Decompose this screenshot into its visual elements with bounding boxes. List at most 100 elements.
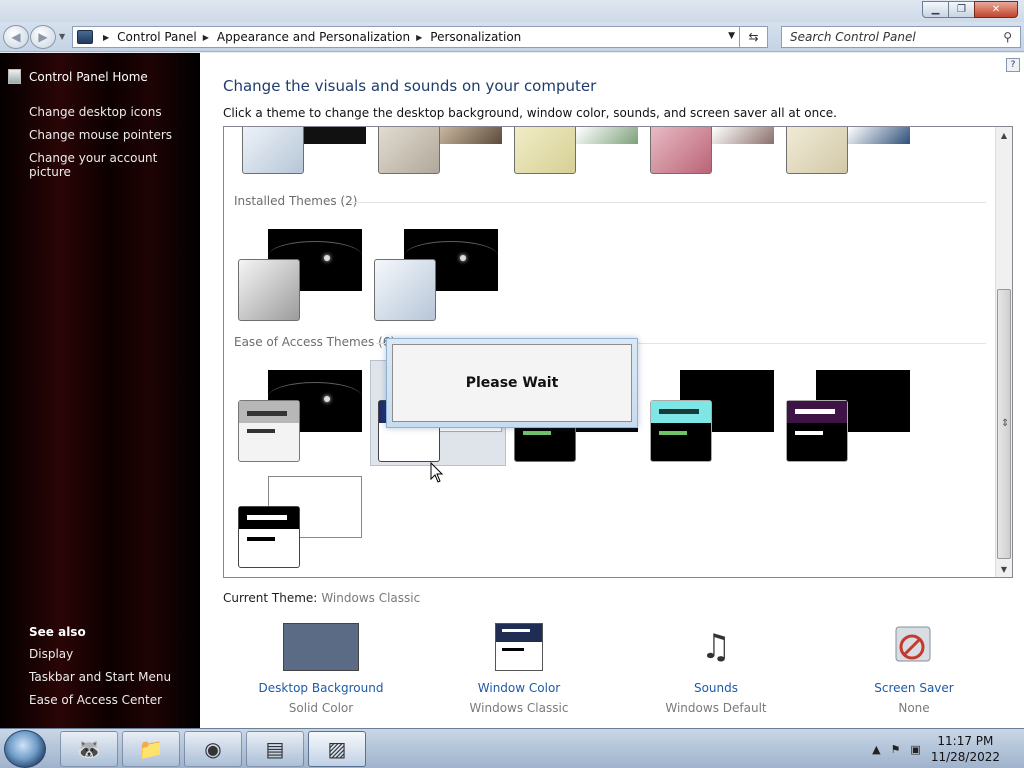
please-wait-text: Please Wait (392, 344, 632, 422)
maximize-button[interactable]: ❐ (948, 1, 975, 18)
ease-of-access-themes-heading: Ease of Access Themes (6) (234, 335, 396, 349)
system-tray: ▲ ⚑ ▣ 11:17 PM 11/28/2022 (872, 729, 1024, 768)
search-icon[interactable]: ⚲ (1003, 30, 1012, 44)
basic-theme[interactable] (234, 370, 362, 468)
desktop-background-setting[interactable]: Desktop Background Solid Color (241, 623, 401, 715)
change-account-picture-link[interactable]: Change your account picture (29, 151, 200, 179)
control-panel-icon (77, 30, 93, 44)
navigation-bar: ◀ ▶ ▼ ▶ Control Panel ▶ Appearance and P… (0, 22, 1024, 52)
sounds-label[interactable]: Sounds (636, 681, 796, 695)
search-placeholder: Search Control Panel (790, 30, 916, 44)
grip-icon: ⇕ (1001, 418, 1010, 429)
show-hidden-icons-icon[interactable]: ▲ (872, 743, 880, 756)
raccoon-icon: 🦝 (76, 737, 102, 761)
high-contrast-black-theme[interactable] (782, 370, 910, 468)
start-button[interactable] (4, 730, 46, 768)
sounds-setting[interactable]: ♫ Sounds Windows Default (636, 623, 796, 715)
theme-thumbnail[interactable] (374, 127, 502, 180)
breadcrumb-personalization[interactable]: Personalization (430, 30, 521, 44)
high-contrast-2-theme[interactable] (646, 370, 774, 468)
folder-icon: 📁 (138, 737, 164, 761)
action-center-icon[interactable]: ⚑ (891, 743, 901, 756)
window-color-icon (495, 623, 543, 671)
theme-thumbnail[interactable] (782, 127, 910, 180)
scroll-up-icon[interactable]: ▲ (996, 127, 1012, 143)
taskbar-explorer[interactable]: 📁 (122, 731, 180, 767)
help-icon[interactable]: ? (1006, 58, 1020, 72)
breadcrumb-appearance[interactable]: Appearance and Personalization (217, 30, 410, 44)
current-theme-value: Windows Classic (321, 591, 421, 605)
breadcrumb-separator-icon[interactable]: ▶ (103, 33, 109, 42)
clock-time: 11:17 PM (937, 734, 994, 748)
scroll-down-icon[interactable]: ▼ (996, 561, 1012, 577)
minimize-icon: ▁ (931, 4, 940, 15)
change-mouse-pointers-link[interactable]: Change mouse pointers (29, 128, 172, 142)
mouse-cursor-icon (430, 462, 444, 483)
desktop-background-value: Solid Color (288, 701, 354, 715)
close-icon: ✕ (991, 4, 1001, 15)
search-input[interactable]: Search Control Panel ⚲ (781, 26, 1021, 48)
window-color-value: Windows Classic (469, 701, 569, 715)
theme-thumbnail[interactable] (238, 127, 366, 180)
taskbar-window[interactable]: ▤ (246, 731, 304, 767)
title-bar: ▁ ❐ ✕ (0, 0, 1024, 22)
control-panel-icon: ▨ (327, 737, 347, 761)
desktop-background-label[interactable]: Desktop Background (241, 681, 401, 695)
window-icon: ▤ (265, 737, 285, 761)
breadcrumb-separator-icon[interactable]: ▶ (416, 33, 422, 42)
refresh-icon: ⇆ (748, 30, 759, 44)
installed-themes-heading: Installed Themes (2) (234, 194, 358, 208)
current-theme: Current Theme: Windows Classic (223, 591, 420, 605)
screen-saver-value: None (898, 701, 930, 715)
recent-pages-dropdown[interactable]: ▼ (59, 32, 65, 41)
control-panel-home-label: Control Panel Home (29, 69, 148, 84)
desktop-background-icon (283, 623, 359, 671)
installed-theme-1[interactable] (234, 229, 362, 327)
screen-saver-setting[interactable]: Screen Saver None (834, 623, 994, 715)
clock-date: 11/28/2022 (930, 750, 1000, 764)
theme-thumbnail[interactable] (646, 127, 774, 180)
group-divider (349, 202, 986, 203)
sounds-icon: ♫ (700, 627, 732, 667)
taskbar-app-raccoon[interactable]: 🦝 (60, 731, 118, 767)
taskbar-start-menu-link[interactable]: Taskbar and Start Menu (29, 670, 171, 684)
address-dropdown-icon[interactable]: ▼ (728, 31, 735, 41)
close-button[interactable]: ✕ (974, 1, 1018, 18)
media-icon: ◉ (204, 737, 222, 761)
page-subtitle: Click a theme to change the desktop back… (223, 106, 837, 120)
forward-arrow-icon: ▶ (38, 30, 48, 44)
taskbar-control-panel[interactable]: ▨ (308, 731, 366, 767)
page-title: Change the visuals and sounds on your co… (223, 77, 597, 95)
high-contrast-white-theme[interactable] (234, 476, 362, 574)
scrollbar-thumb[interactable]: ⇕ (997, 289, 1011, 559)
display-link[interactable]: Display (29, 647, 73, 661)
taskbar: 🦝 📁 ◉ ▤ ▨ ▲ ⚑ ▣ 11:17 PM 11/28/2022 (0, 728, 1024, 768)
screen-saver-icon (890, 623, 938, 671)
see-also-heading: See also (29, 625, 86, 639)
minimize-button[interactable]: ▁ (922, 1, 949, 18)
control-panel-home-link[interactable]: Control Panel Home (8, 69, 148, 84)
ease-of-access-center-link[interactable]: Ease of Access Center (29, 693, 162, 707)
window-color-label[interactable]: Window Color (439, 681, 599, 695)
forward-button[interactable]: ▶ (30, 25, 56, 49)
installed-theme-2[interactable] (370, 229, 498, 327)
theme-thumbnail[interactable] (510, 127, 638, 180)
back-button[interactable]: ◀ (3, 25, 29, 49)
refresh-button[interactable]: ⇆ (740, 26, 768, 48)
please-wait-dialog: Please Wait (386, 338, 638, 428)
screen-saver-label[interactable]: Screen Saver (834, 681, 994, 695)
address-bar[interactable]: ▶ Control Panel ▶ Appearance and Persona… (72, 26, 740, 48)
change-desktop-icons-link[interactable]: Change desktop icons (29, 105, 162, 119)
breadcrumb-separator-icon[interactable]: ▶ (203, 33, 209, 42)
theme-list-scrollbar[interactable]: ▲ ⇕ ▼ (995, 127, 1012, 577)
breadcrumb-control-panel[interactable]: Control Panel (117, 30, 197, 44)
network-icon[interactable]: ▣ (910, 743, 920, 756)
clock[interactable]: 11:17 PM 11/28/2022 (931, 733, 1000, 765)
sounds-value: Windows Default (665, 701, 767, 715)
taskbar-media[interactable]: ◉ (184, 731, 242, 767)
current-theme-label: Current Theme: (223, 591, 318, 605)
window-color-setting[interactable]: Window Color Windows Classic (439, 623, 599, 715)
restore-icon: ❐ (957, 4, 966, 15)
control-panel-home-icon (8, 69, 21, 84)
back-arrow-icon: ◀ (11, 30, 21, 44)
